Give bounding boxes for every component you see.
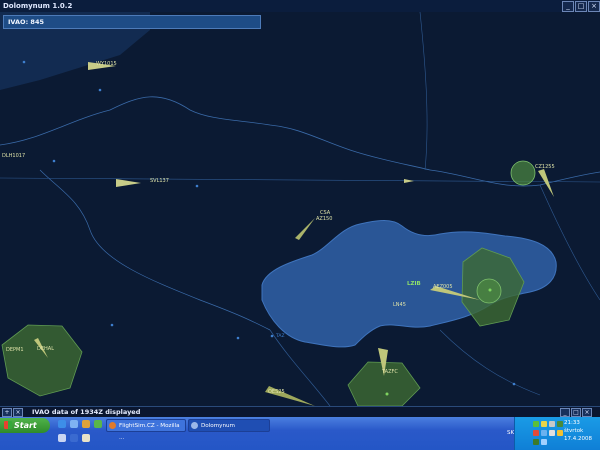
status-close2-button[interactable]: × — [582, 408, 592, 417]
tray-icon[interactable] — [541, 439, 547, 445]
quicklaunch-icon[interactable] — [58, 434, 66, 442]
aircraft-callsign: SVL137 — [150, 178, 169, 184]
aircraft-callsign: CZ1255 — [535, 164, 555, 170]
taskbar-item-firefox[interactable]: FlightSim.CZ - Mozilla ... — [106, 419, 186, 441]
task-label: FlightSim.CZ - Mozilla ... — [119, 423, 180, 441]
airport-dot — [512, 382, 516, 386]
taskbar-item-dolomynum[interactable]: Dolomynum — [188, 419, 270, 432]
ivao-counter-bar: IVAO: 845 — [3, 15, 261, 29]
aircraft-callsign: AZ150 — [316, 216, 332, 222]
map-background — [0, 12, 600, 406]
airport-dot — [195, 184, 199, 188]
maximize-button[interactable]: □ — [575, 1, 587, 12]
tray-icon[interactable] — [549, 430, 555, 436]
firefox-icon — [109, 422, 116, 429]
airport-dot — [22, 60, 26, 64]
airport-label: TAZ — [275, 333, 285, 339]
airport-dot — [270, 334, 274, 338]
quicklaunch-icon[interactable] — [70, 420, 78, 428]
aircraft-callsign: DEHAL — [37, 346, 54, 352]
clock-date: 17.4.2008 — [564, 436, 592, 442]
airport-dot — [98, 88, 102, 92]
tray-icon[interactable] — [533, 439, 539, 445]
tray-icon[interactable] — [557, 430, 563, 436]
tray-icon[interactable] — [533, 421, 539, 427]
tray-icon[interactable] — [549, 421, 555, 427]
taskbar: Start FlightSim.CZ - Mozilla ... Dolomyn… — [0, 417, 600, 450]
airport-dot — [488, 288, 492, 292]
tray-icon[interactable] — [541, 430, 547, 436]
minimize-button[interactable]: _ — [562, 1, 574, 12]
quicklaunch-icon[interactable] — [58, 420, 66, 428]
tray-icon[interactable] — [557, 421, 563, 427]
radar-map[interactable]: WY1015 DLH1017 SVL137 CSA AZ150 LZIB AEZ… — [0, 12, 600, 406]
aircraft-callsign: DLH1017 — [2, 153, 25, 159]
aircraft-callsign: WY1015 — [96, 61, 117, 67]
airport-dot — [110, 323, 114, 327]
status-restore-button[interactable]: □ — [571, 408, 581, 417]
airport-dot — [52, 159, 56, 163]
sector-circle — [510, 160, 536, 186]
aircraft-callsign: AEZ005 — [433, 284, 453, 290]
start-label: Start — [14, 421, 37, 430]
windows-logo-icon — [4, 421, 12, 429]
app-icon — [191, 422, 198, 429]
ivao-counter-text: IVAO: 845 — [8, 18, 44, 26]
aircraft-callsign: TAZFC — [381, 369, 398, 375]
sector-label: LZIB — [407, 281, 421, 287]
clock-time[interactable]: 21:33 — [564, 420, 580, 427]
clock-day: štvrtok — [564, 428, 584, 434]
aircraft-callsign: LN45 — [393, 302, 406, 308]
status-minimize-button[interactable]: _ — [560, 408, 570, 417]
close-button[interactable]: × — [588, 1, 600, 12]
quicklaunch-icon[interactable] — [82, 420, 90, 428]
airport-dot — [236, 336, 240, 340]
system-tray — [514, 417, 600, 450]
window-title: Dolomynum 1.0.2 — [3, 2, 73, 10]
zoom-in-button[interactable]: + — [2, 408, 12, 417]
airport-dot — [385, 392, 389, 396]
task-label: Dolomynum — [201, 423, 236, 429]
tray-icon[interactable] — [541, 421, 547, 427]
start-button[interactable]: Start — [0, 418, 50, 433]
aircraft-callsign: OES25 — [268, 389, 285, 395]
quicklaunch-icon[interactable] — [70, 434, 78, 442]
tray-icon[interactable] — [533, 430, 539, 436]
status-close-button[interactable]: × — [13, 408, 23, 417]
quicklaunch-icon[interactable] — [82, 434, 90, 442]
quicklaunch-icon[interactable] — [94, 420, 102, 428]
aircraft-callsign: DEPM1 — [6, 347, 24, 353]
